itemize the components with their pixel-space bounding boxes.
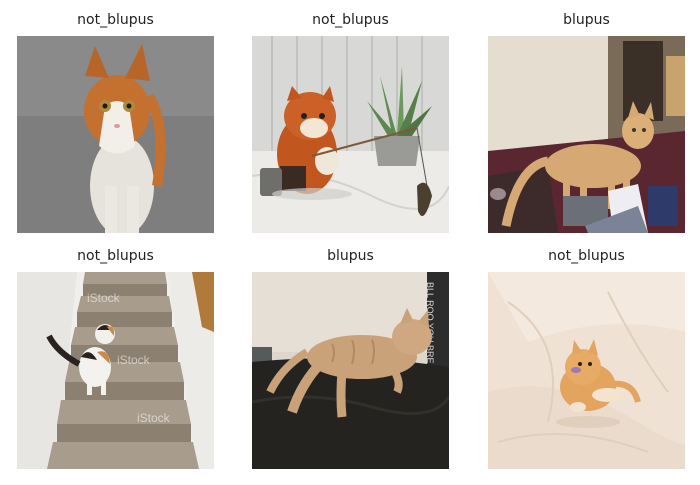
cat-photo-5: BLL ROO YOU BRE JOB STR (252, 272, 449, 469)
cat-photo-3 (488, 36, 685, 233)
cat-photo-2 (252, 36, 449, 233)
cat-photo-6 (488, 272, 685, 469)
calico-cat-stairs-image: iStock iStock iStock (17, 272, 214, 469)
cell-label: blupus (327, 248, 374, 264)
cell-label: not_blupus (548, 248, 625, 264)
watermark-text: iStock (137, 411, 171, 425)
cat-figurine-image (252, 36, 449, 233)
kitten-on-blanket-image (488, 272, 685, 469)
watermark-text: iStock (117, 353, 151, 367)
cell-label: blupus (563, 12, 610, 28)
cat-photo-1 (17, 36, 214, 233)
cat-photo-4: iStock iStock iStock (17, 272, 214, 469)
cell-label: not_blupus (312, 12, 389, 28)
tabby-cat-on-desk-image (488, 36, 685, 233)
cell-label: not_blupus (77, 12, 154, 28)
watermark-text: iStock (87, 291, 121, 305)
walking-cat-image (17, 36, 214, 233)
lying-cat-image: BLL ROO YOU BRE JOB STR (252, 272, 449, 469)
cell-label: not_blupus (77, 248, 154, 264)
